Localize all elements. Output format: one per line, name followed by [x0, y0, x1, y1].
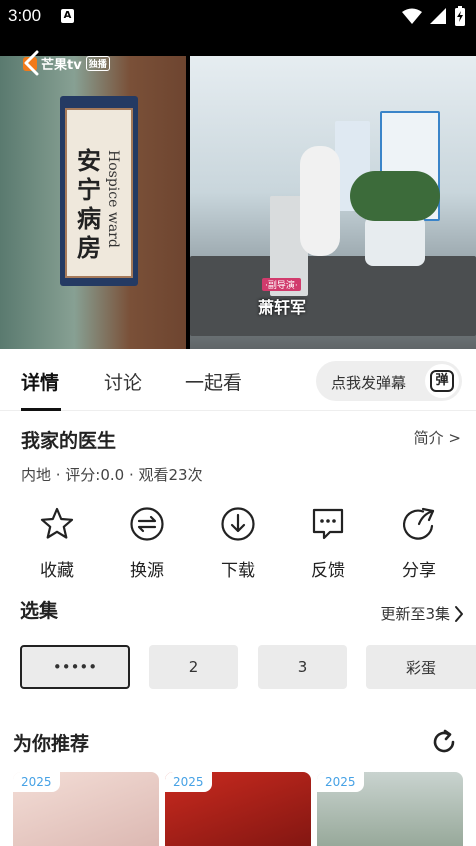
notification-a-icon: A	[61, 9, 74, 23]
card-year: 2025	[317, 772, 364, 792]
video-frame[interactable]: 安宁病房 Hospice ward ·副导演· 萧轩军	[0, 56, 476, 349]
share-button[interactable]: 分享	[379, 506, 459, 581]
send-danmu-button[interactable]: 点我发弹幕 弹	[316, 361, 462, 401]
share-label: 分享	[402, 561, 436, 581]
favorite-button[interactable]: 收藏	[17, 506, 97, 581]
download-label: 下载	[221, 561, 255, 581]
danmu-label: 点我发弹幕	[331, 374, 407, 392]
intro-link[interactable]: 简介 >	[414, 427, 461, 448]
feedback-label: 反馈	[311, 561, 345, 581]
show-meta: 内地 · 评分:0.0 · 观看23次	[21, 466, 203, 484]
tab-discussion[interactable]: 讨论	[104, 368, 142, 395]
episode-bonus-button[interactable]: 彩蛋	[366, 645, 476, 689]
episode-1-button[interactable]: •••••	[20, 645, 130, 689]
episode-3-button[interactable]: 3	[258, 645, 347, 689]
system-icons	[402, 6, 466, 26]
feedback-icon	[312, 508, 344, 540]
watermark-brand: 芒果tv	[41, 58, 82, 73]
watermark-tag: 独播	[85, 56, 110, 71]
episode-2-button[interactable]: 2	[149, 645, 238, 689]
status-time: 3:00	[8, 6, 42, 25]
sign-english: Hospice ward	[105, 150, 121, 248]
star-icon	[40, 507, 74, 539]
video-right-scene	[190, 56, 476, 349]
refresh-icon[interactable]	[431, 729, 457, 755]
download-icon	[221, 507, 255, 541]
recommend-card[interactable]: 2025	[13, 772, 159, 846]
signal-icon	[430, 8, 446, 24]
card-year: 2025	[13, 772, 60, 792]
card-year: 2025	[165, 772, 212, 792]
hospice-sign: 安宁病房 Hospice ward	[60, 96, 138, 286]
recommend-title: 为你推荐	[13, 733, 90, 755]
feedback-button[interactable]: 反馈	[288, 506, 368, 581]
wifi-icon	[402, 8, 422, 24]
danmu-toggle-icon[interactable]: 弹	[425, 364, 459, 398]
tab-bar: 详情 讨论 一起看 点我发弹幕 弹	[0, 349, 476, 411]
switch-source-icon	[130, 507, 164, 541]
sign-chinese: 安宁病房	[77, 146, 101, 262]
video-player[interactable]: 安宁病房 Hospice ward ·副导演· 萧轩军 芒果tv 独播	[0, 34, 476, 349]
switch-source-label: 换源	[130, 561, 164, 581]
episodes-more-link[interactable]: 更新至3集	[380, 603, 464, 624]
favorite-label: 收藏	[40, 561, 74, 581]
download-button[interactable]: 下载	[198, 506, 278, 581]
action-row: 收藏 换源 下载 反馈 分享	[0, 506, 476, 581]
episodes-title: 选集	[20, 600, 59, 622]
switch-source-button[interactable]: 换源	[107, 506, 187, 581]
battery-icon	[455, 6, 465, 26]
chevron-right-icon	[455, 605, 463, 622]
active-tab-indicator	[21, 408, 61, 411]
tab-watch-together[interactable]: 一起看	[185, 368, 242, 395]
share-icon	[402, 507, 435, 540]
tab-details[interactable]: 详情	[21, 368, 59, 395]
video-left-scene: 安宁病房 Hospice ward	[0, 56, 186, 349]
back-arrow-icon[interactable]	[20, 50, 46, 76]
episodes-update-text: 更新至3集	[380, 605, 450, 623]
recommend-card[interactable]: 2025	[165, 772, 311, 846]
video-caption-tag: ·副导演·	[262, 278, 301, 291]
show-title: 我家的医生	[21, 430, 117, 452]
video-caption-name: 萧轩军	[258, 298, 307, 317]
status-bar: 3:00 A	[0, 0, 476, 34]
recommend-card[interactable]: 2025	[317, 772, 463, 846]
